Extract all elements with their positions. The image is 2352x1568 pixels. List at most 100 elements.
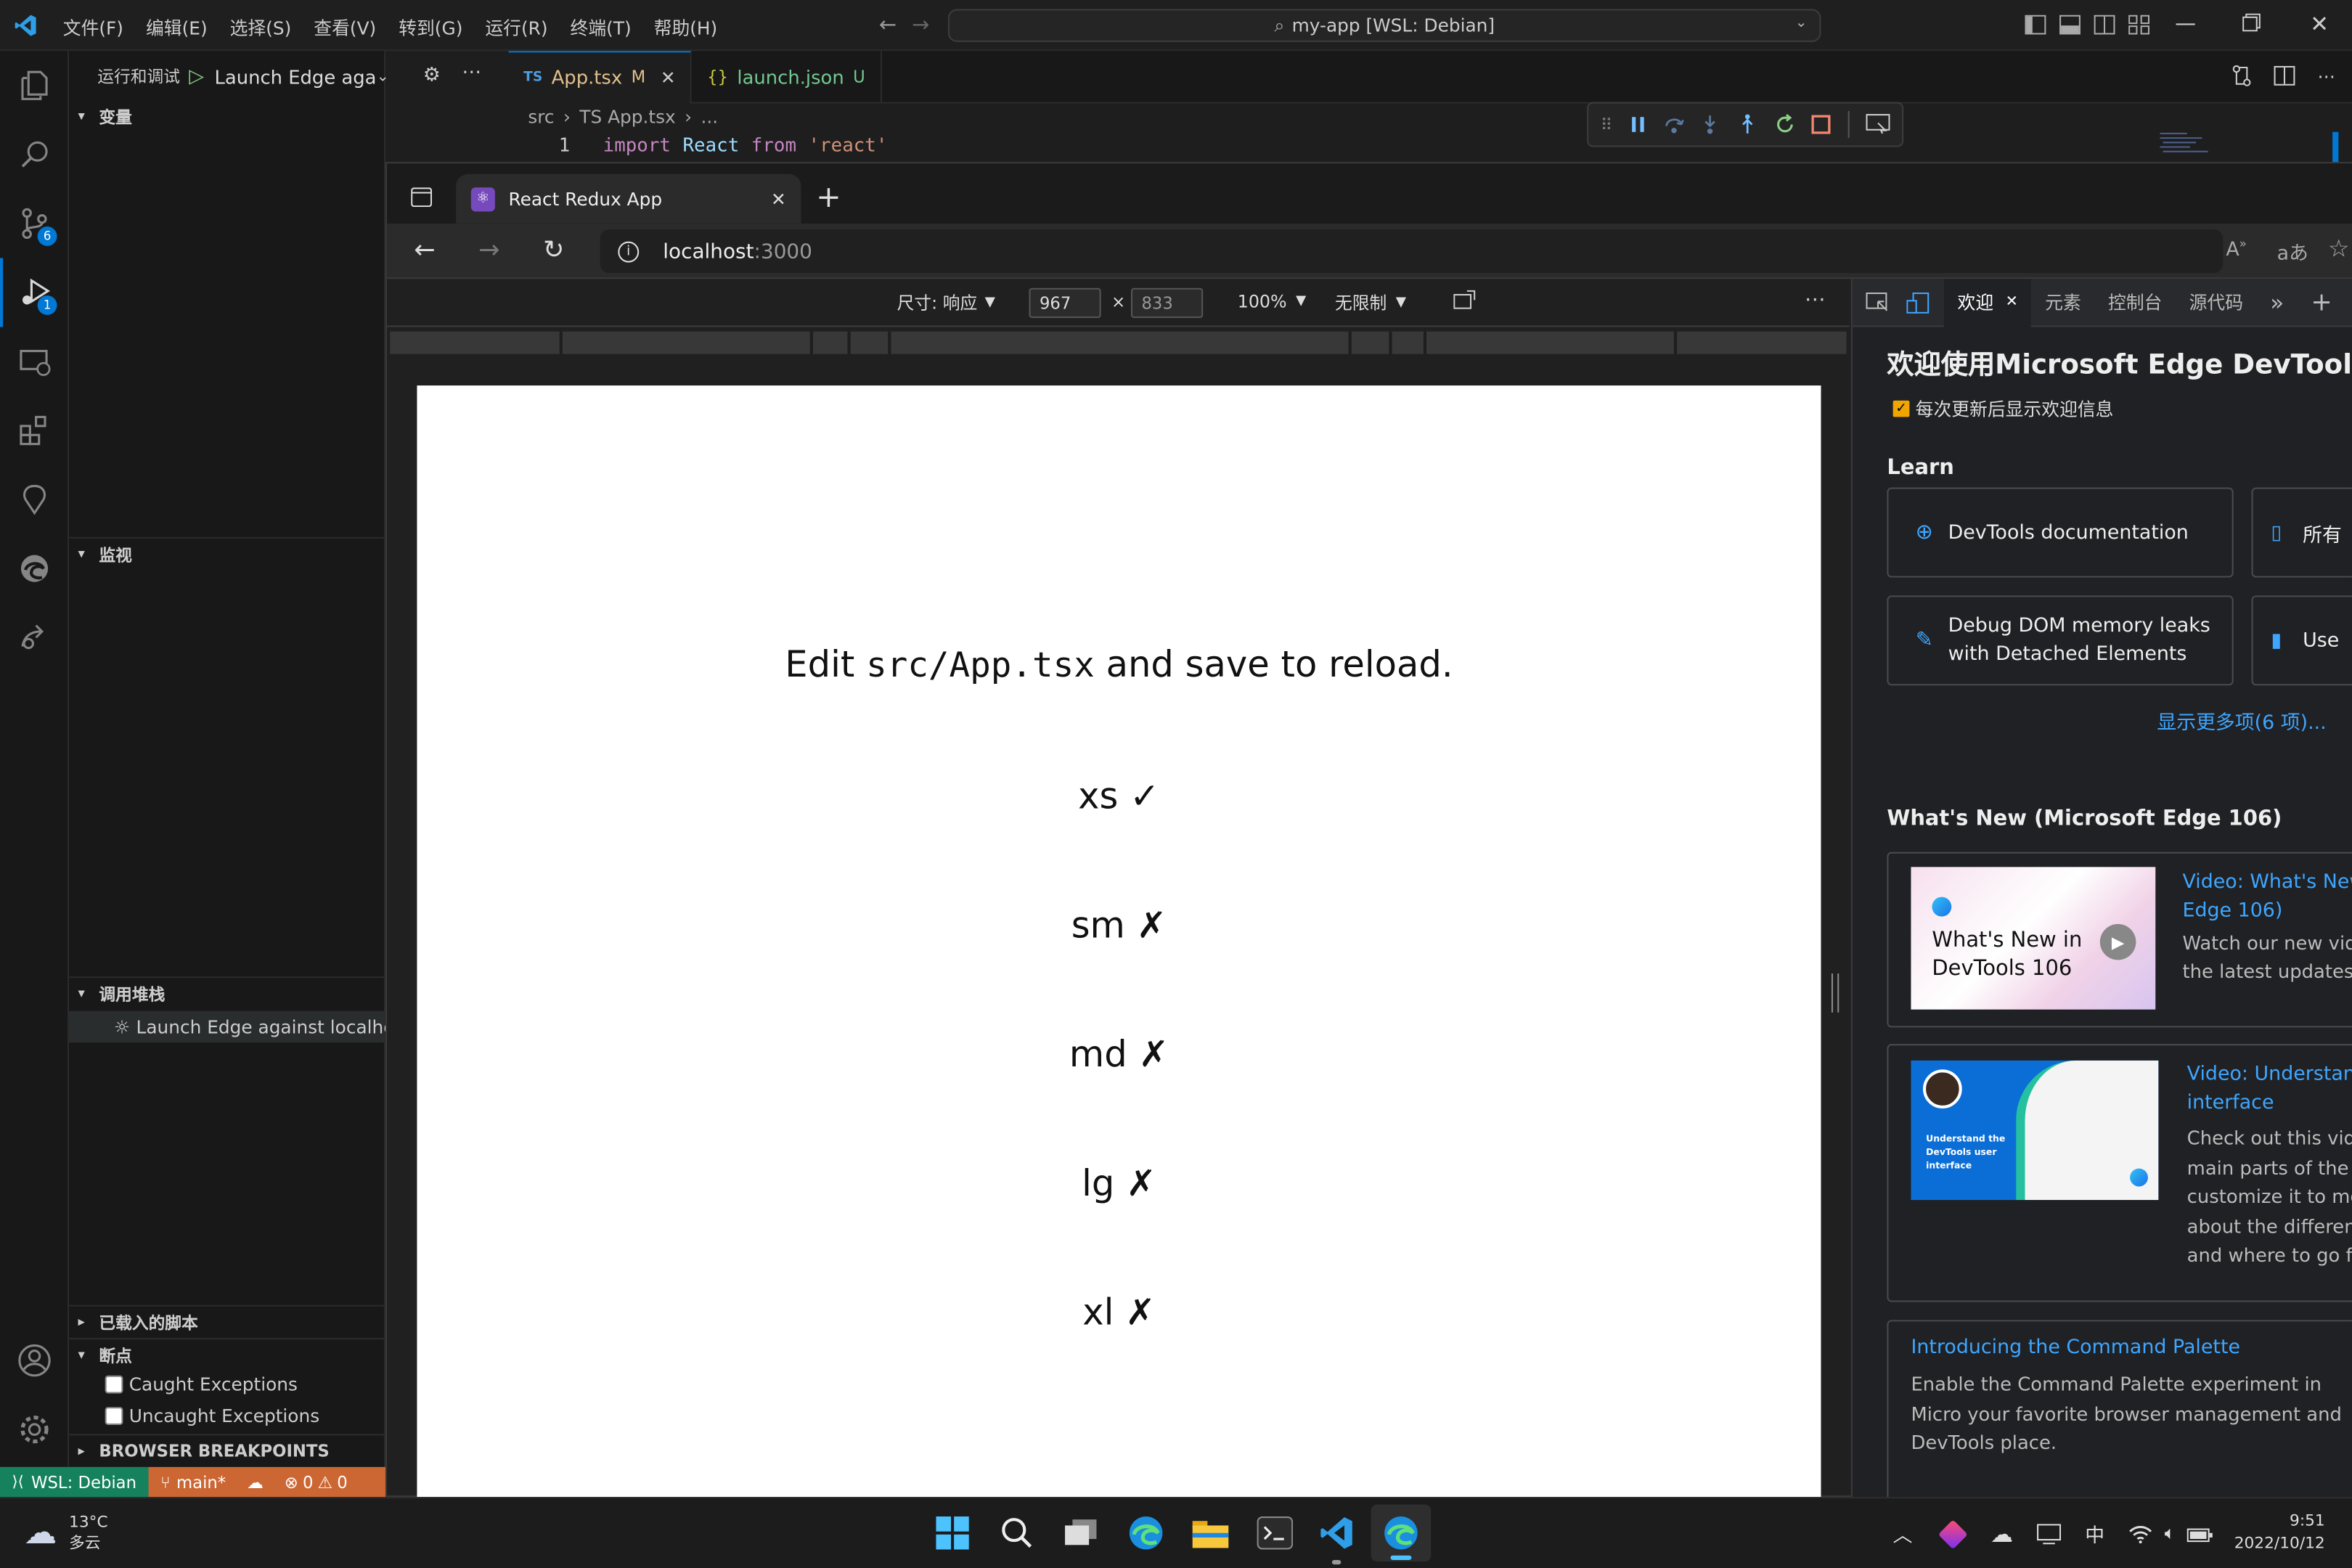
edge-taskbar-icon[interactable]: [1124, 1511, 1169, 1556]
source-control-icon[interactable]: 6: [0, 189, 69, 258]
throttle-select[interactable]: 无限制 ▼: [1335, 291, 1406, 315]
extensions-icon[interactable]: [0, 396, 69, 465]
remote-indicator[interactable]: ⟩⟨ WSL: Debian: [0, 1466, 149, 1499]
back-arrow-icon[interactable]: ←: [879, 14, 897, 38]
menu-edit[interactable]: 编辑(E): [146, 15, 208, 41]
file-explorer-icon[interactable]: [1188, 1511, 1233, 1556]
height-input[interactable]: 833: [1130, 287, 1204, 319]
browser-breakpoints-section[interactable]: ▸ BROWSER BREAKPOINTS: [69, 1434, 386, 1466]
zoom-select[interactable]: 100% ▼: [1238, 291, 1307, 312]
edge-devtools-icon[interactable]: [0, 534, 69, 603]
step-over-icon[interactable]: [1663, 114, 1684, 135]
pause-icon[interactable]: [1629, 115, 1647, 134]
code-line[interactable]: 1 import React from 'react': [540, 134, 888, 156]
card-use[interactable]: ▮ Use: [2251, 595, 2352, 686]
tab-sources[interactable]: 源代码: [2176, 279, 2257, 326]
tab-actions-icon[interactable]: [411, 187, 433, 208]
start-debug-icon[interactable]: ▷: [189, 65, 204, 88]
problems-indicator[interactable]: ⊗ 0 ⚠ 0: [285, 1473, 348, 1493]
edge-tab-active[interactable]: ⚛ React Redux App ✕: [456, 173, 801, 224]
sync-cloud-icon[interactable]: ☁: [247, 1473, 264, 1493]
call-stack-item[interactable]: ☼ Launch Edge against localhos: [69, 1010, 386, 1043]
site-info-icon[interactable]: i: [618, 240, 640, 262]
minimap[interactable]: [2157, 129, 2217, 159]
menu-view[interactable]: 查看(V): [314, 15, 376, 41]
windows-start-icon[interactable]: [930, 1511, 975, 1556]
toggle-secondary-sidebar-icon[interactable]: [2094, 15, 2115, 35]
task-view-icon[interactable]: [1059, 1511, 1104, 1556]
search-icon[interactable]: [0, 120, 69, 189]
forward-icon[interactable]: →: [478, 235, 499, 265]
split-editor-icon[interactable]: [2274, 65, 2297, 87]
address-bar[interactable]: i localhost :3000: [600, 229, 2224, 274]
edge-dev-taskbar-icon[interactable]: [1371, 1504, 1432, 1562]
checked-checkbox-icon[interactable]: ✓: [1892, 400, 1910, 417]
tab-launch-json[interactable]: {} launch.json U: [692, 50, 882, 103]
menu-help[interactable]: 帮助(H): [654, 15, 718, 41]
close-icon[interactable]: ✕: [661, 67, 676, 88]
command-center[interactable]: ⌕ my-app [WSL: Debian] ⌄: [947, 9, 1821, 42]
video-thumbnail[interactable]: Understand the DevTools user interface: [1911, 1060, 2159, 1201]
step-out-icon[interactable]: [1737, 114, 1758, 135]
favorites-star-icon[interactable]: ☆: [2328, 234, 2350, 262]
new-tab-icon[interactable]: +: [816, 179, 841, 215]
tray-app-icon[interactable]: [1937, 1519, 1968, 1549]
rotate-icon[interactable]: [1453, 290, 1477, 311]
menu-go[interactable]: 转到(G): [399, 15, 462, 41]
translate-icon[interactable]: aあ: [2277, 237, 2308, 266]
close-icon[interactable]: ✕: [2006, 294, 2018, 311]
chevron-down-icon[interactable]: ⌄: [1795, 15, 1808, 32]
terminal-icon[interactable]: [1252, 1511, 1297, 1556]
remote-explorer-icon[interactable]: [0, 327, 69, 396]
back-icon[interactable]: ←: [414, 235, 435, 265]
step-into-icon[interactable]: [1700, 114, 1721, 135]
explorer-icon[interactable]: [0, 51, 69, 120]
onedrive-icon[interactable]: ☁: [1990, 1520, 2013, 1547]
uncaught-exceptions-checkbox[interactable]: [105, 1407, 123, 1425]
caught-exceptions-checkbox[interactable]: [105, 1375, 123, 1394]
caught-exceptions-row[interactable]: Caught Exceptions: [105, 1374, 298, 1395]
close-icon[interactable]: ✕: [2310, 10, 2329, 37]
toggle-panel-icon[interactable]: [2059, 15, 2081, 35]
media-query-bar[interactable]: [390, 331, 1847, 354]
close-tab-icon[interactable]: ✕: [771, 188, 786, 209]
clock[interactable]: 9:51 2022/10/12: [2220, 1511, 2325, 1556]
gear-icon[interactable]: ⚙: [423, 65, 441, 87]
live-share-icon[interactable]: [0, 603, 69, 672]
viewport-resize-handle[interactable]: [1831, 973, 1839, 1013]
customize-layout-icon[interactable]: [2128, 15, 2150, 35]
volume-icon[interactable]: 🔈︎: [2165, 1522, 2176, 1545]
restart-icon[interactable]: [1774, 114, 1795, 135]
chevron-up-icon[interactable]: ︿: [1893, 1519, 1913, 1548]
restore-icon[interactable]: [2242, 13, 2261, 32]
video-title-link[interactable]: Video: Understand interface: [2187, 1061, 2352, 1118]
device-emulation-icon[interactable]: [1903, 279, 1944, 326]
more-options-icon[interactable]: ⋯: [1805, 288, 1826, 312]
battery-icon[interactable]: [2187, 1524, 2214, 1543]
menu-selection[interactable]: 选择(S): [230, 15, 292, 41]
show-more-link[interactable]: 显示更多项(6 项)...: [2157, 706, 2326, 735]
run-debug-icon[interactable]: 1: [0, 258, 69, 327]
loaded-scripts-section[interactable]: ▸ 已载入的脚本: [69, 1307, 385, 1339]
menu-file[interactable]: 文件(F): [63, 15, 123, 41]
show-welcome-checkbox-row[interactable]: ✓ 每次更新后显示欢迎信息: [1892, 396, 2113, 422]
breadcrumb-src[interactable]: src: [528, 107, 554, 128]
debug-config-select[interactable]: ▷ Launch Edge agair ⌄: [189, 60, 408, 93]
inspect-screen-icon[interactable]: [1866, 114, 1890, 135]
video-title-link[interactable]: Video: What's New Edge 106): [2182, 868, 2351, 926]
tab-elements[interactable]: 元素: [2032, 279, 2095, 326]
more-actions-icon[interactable]: ⋯: [462, 62, 481, 84]
video-thumbnail[interactable]: What's New in DevTools 106 ▶: [1911, 867, 2156, 1010]
search-icon[interactable]: [995, 1511, 1040, 1556]
vscode-taskbar-icon[interactable]: [1314, 1511, 1359, 1565]
account-icon[interactable]: [0, 1326, 69, 1395]
menu-run[interactable]: 运行(R): [485, 15, 547, 41]
minimize-icon[interactable]: —: [2175, 12, 2196, 36]
command-palette-link[interactable]: Introducing the Command Palette: [1911, 1336, 2240, 1359]
watch-section[interactable]: ▾ 监视: [69, 539, 385, 571]
tab-console[interactable]: 控制台: [2094, 279, 2176, 326]
stop-icon[interactable]: [1811, 114, 1832, 135]
video-card-understand-ui[interactable]: Understand the DevTools user interface V…: [1887, 1044, 2352, 1302]
card-all[interactable]: ▯ 所有: [2251, 487, 2352, 578]
toggle-sidebar-icon[interactable]: [2025, 15, 2046, 35]
